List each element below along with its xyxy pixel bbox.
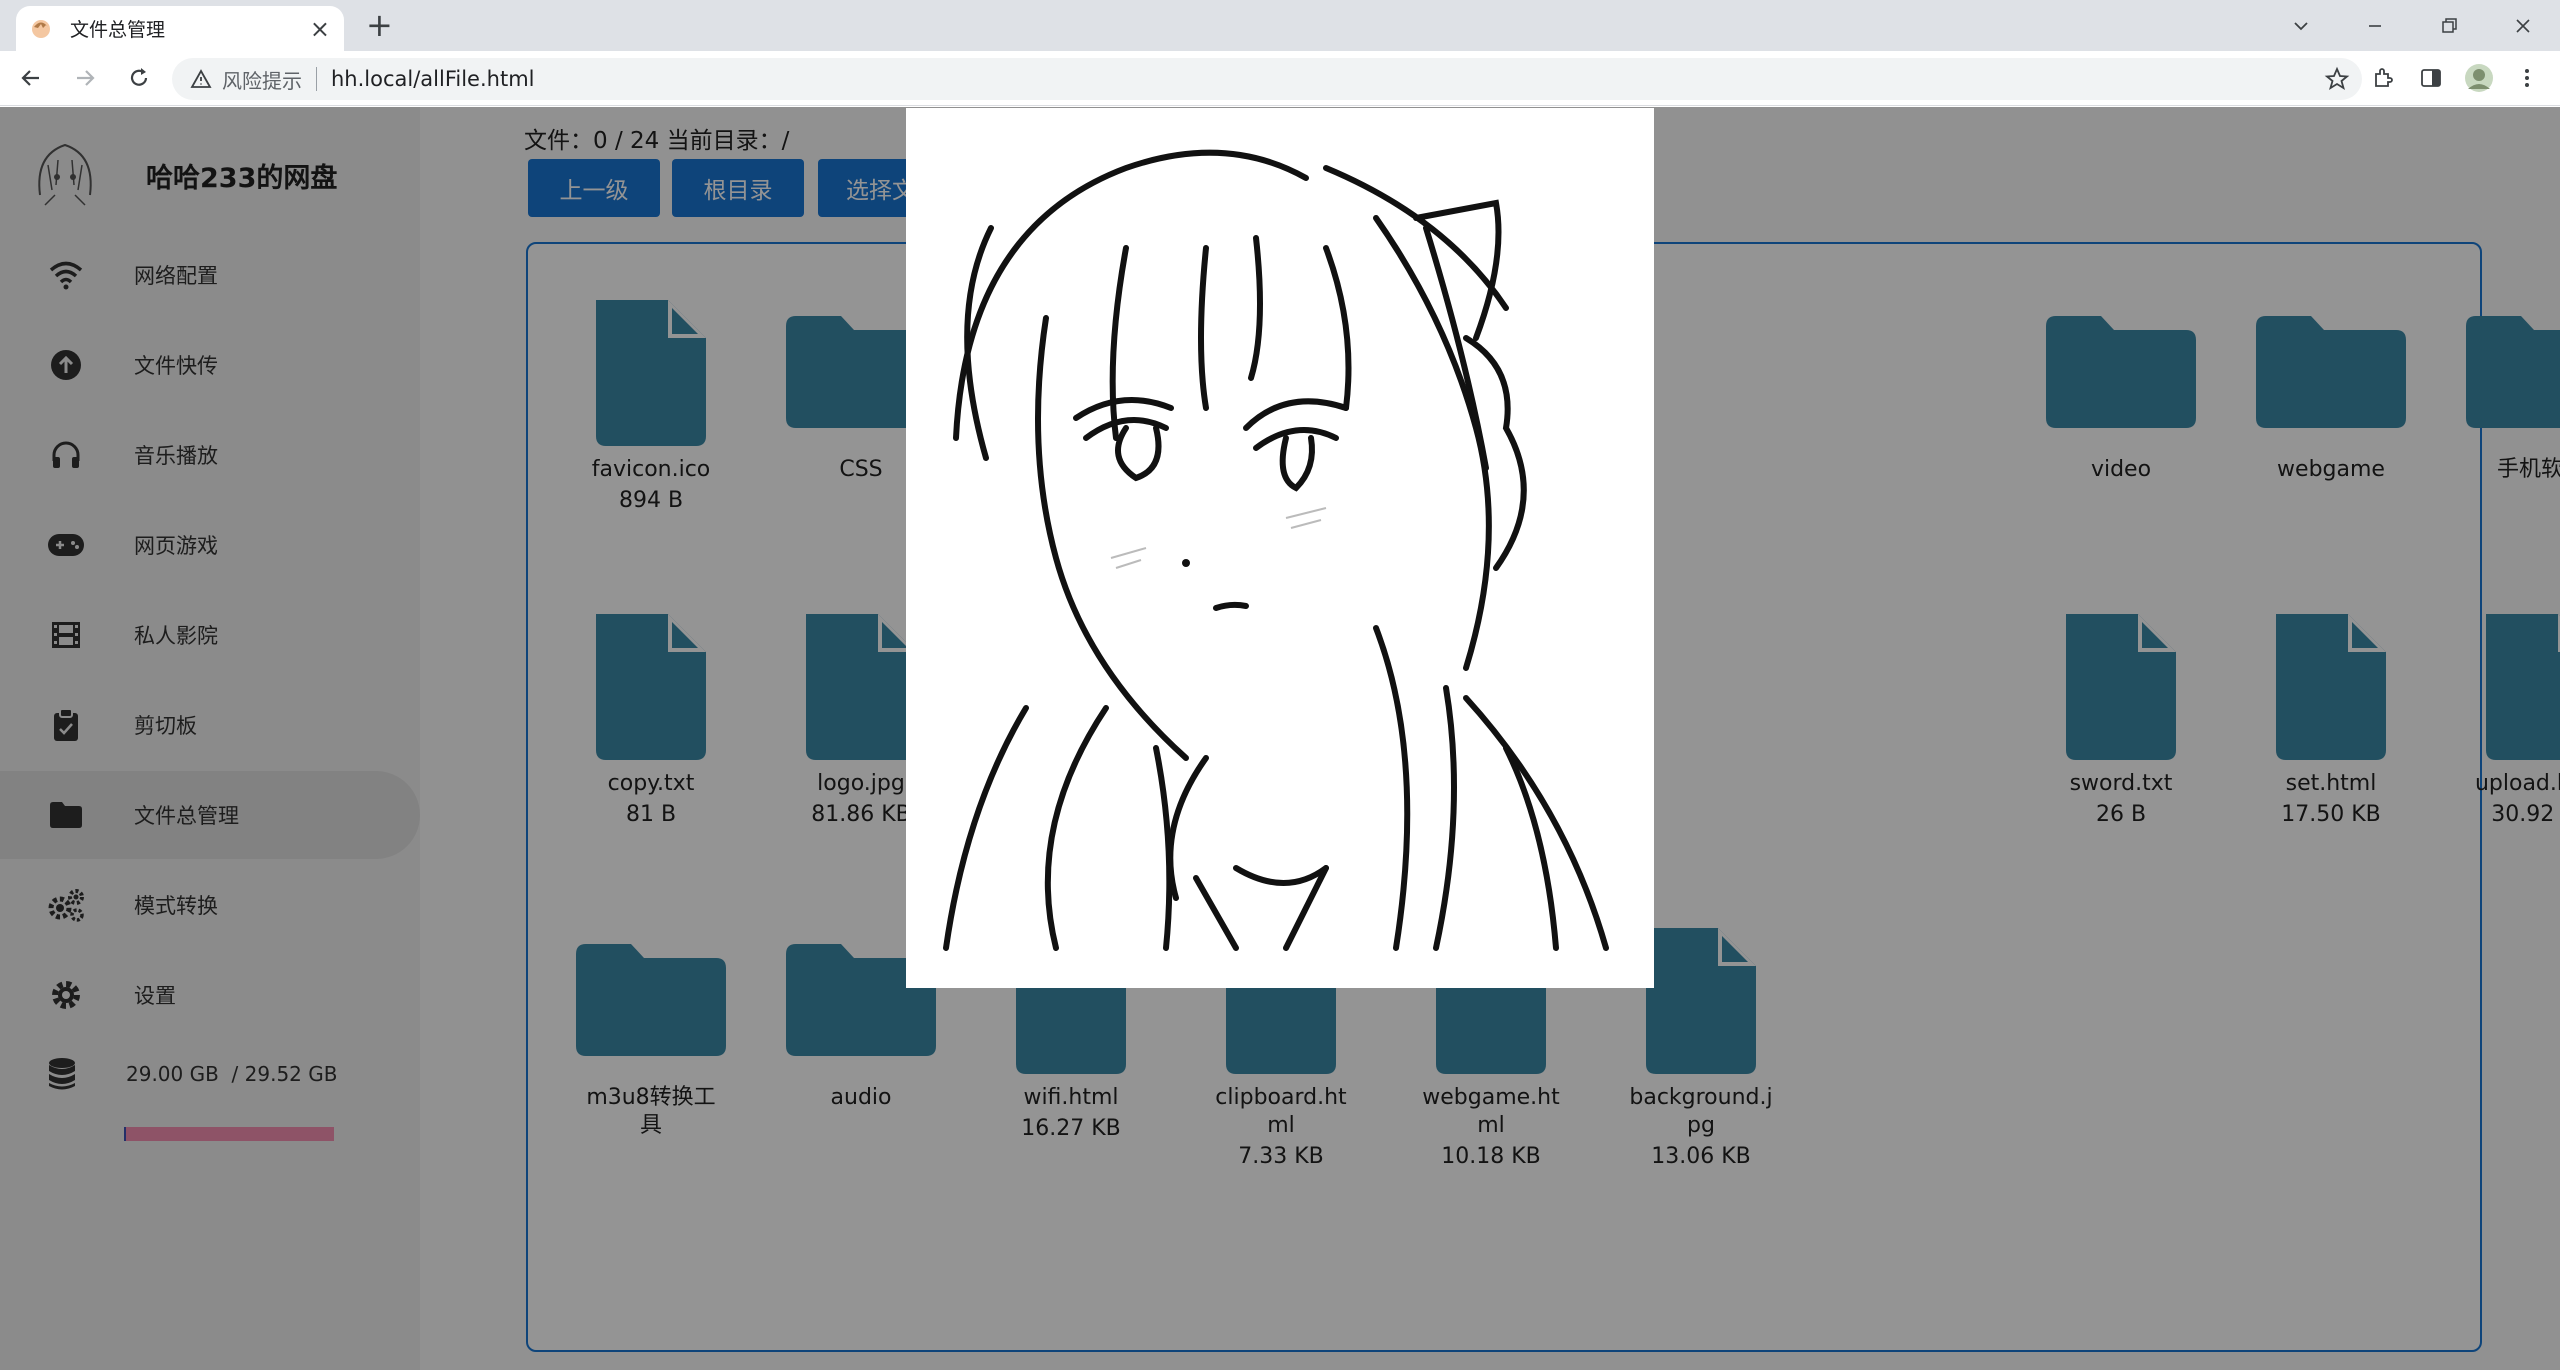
minimize-icon[interactable]	[2338, 0, 2412, 51]
browser-tab-bar: 文件总管理 × +	[0, 0, 2560, 51]
back-icon[interactable]	[14, 61, 48, 95]
url-text[interactable]: hh.local/allFile.html	[331, 67, 535, 91]
address-bar[interactable]: 风险提示 hh.local/allFile.html	[172, 58, 2362, 100]
browser-toolbar: 风险提示 hh.local/allFile.html	[0, 51, 2560, 106]
forward-icon[interactable]	[68, 61, 102, 95]
warning-icon[interactable]	[190, 68, 212, 90]
image-preview[interactable]	[906, 108, 1654, 988]
side-panel-icon[interactable]	[2414, 61, 2448, 95]
site-favicon-icon	[32, 19, 50, 38]
preview-sketch-image	[943, 149, 1609, 951]
restore-icon[interactable]	[2412, 0, 2486, 51]
tab-search-icon[interactable]	[2264, 0, 2338, 51]
security-warning-label[interactable]: 风险提示	[222, 65, 302, 94]
reload-icon[interactable]	[122, 61, 156, 95]
bookmark-star-icon[interactable]	[2324, 66, 2350, 96]
new-tab-icon[interactable]: +	[366, 8, 393, 42]
address-divider	[316, 67, 317, 91]
tab-close-icon[interactable]: ×	[310, 17, 330, 41]
extensions-icon[interactable]	[2366, 61, 2400, 95]
browser-menu-icon[interactable]	[2510, 61, 2544, 95]
browser-tab[interactable]: 文件总管理 ×	[16, 6, 344, 51]
close-window-icon[interactable]	[2486, 0, 2560, 51]
profile-avatar[interactable]	[2462, 61, 2496, 95]
tab-title: 文件总管理	[70, 19, 166, 41]
